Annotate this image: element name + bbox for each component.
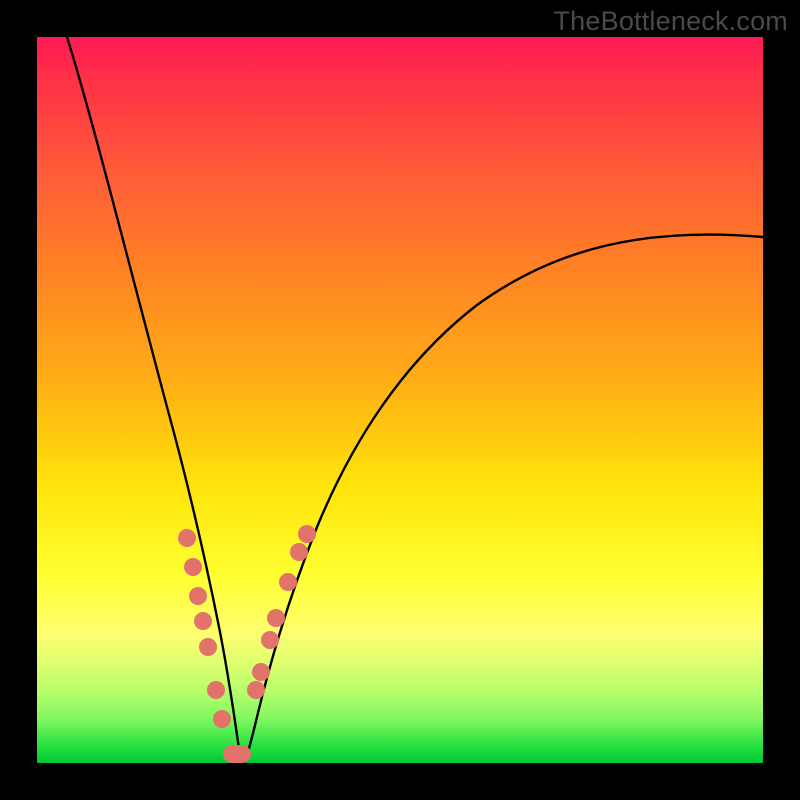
trough-blob	[223, 745, 251, 763]
dot-left	[207, 681, 225, 699]
left-branch-curve	[67, 37, 244, 763]
watermark-text: TheBottleneck.com	[553, 6, 788, 37]
plot-area	[37, 37, 763, 763]
dot-left	[213, 710, 231, 728]
dot-left	[194, 612, 212, 630]
dot-right	[252, 663, 270, 681]
dot-left	[184, 558, 202, 576]
dot-right	[261, 631, 279, 649]
dot-right	[247, 681, 265, 699]
chart-frame: TheBottleneck.com	[0, 0, 800, 800]
dot-right	[298, 525, 316, 543]
dot-right	[279, 573, 297, 591]
dot-right	[267, 609, 285, 627]
dot-left	[199, 638, 217, 656]
dot-right	[290, 543, 308, 561]
right-branch-curve	[244, 235, 763, 763]
dot-left	[178, 529, 196, 547]
curves-svg	[37, 37, 763, 763]
dot-left	[189, 587, 207, 605]
